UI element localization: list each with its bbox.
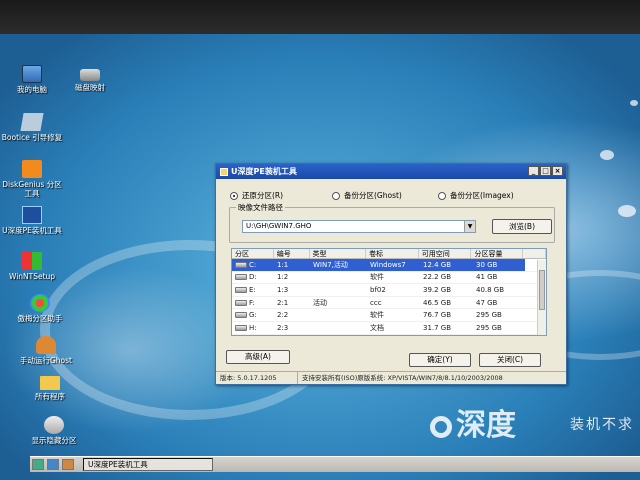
drive-icon — [80, 69, 100, 81]
desktop-icon-partition-assistant[interactable]: 傲梅分区助手 — [8, 294, 72, 323]
column-header[interactable]: 可用空间 — [419, 249, 472, 258]
minimize-button[interactable]: _ — [528, 166, 539, 176]
table-row[interactable]: F: 2:1 活动 ccc 46.5 GB 47 GB — [232, 297, 546, 310]
window-controls: _ □ × — [528, 166, 563, 176]
table-row[interactable]: G: 2:2 软件 76.7 GB 295 GB — [232, 309, 546, 322]
computer-icon — [22, 65, 42, 83]
pe-installer-window: U深度PE装机工具 _ □ × 还原分区(R) 备份分区(Ghost) 备份分区… — [215, 163, 567, 385]
app-icon — [220, 167, 228, 176]
wallpaper-drop — [618, 205, 636, 217]
desktop-icon-all-programs[interactable]: 所有程序 — [18, 376, 82, 401]
scrollbar-thumb[interactable] — [539, 270, 545, 310]
logo-ring-icon — [430, 416, 452, 438]
chevron-down-icon[interactable]: ▼ — [464, 221, 475, 232]
partition-table: 分区 编号 类型 卷标 可用空间 分区容量 C: 1:1 WIN7,活动 Win… — [231, 248, 547, 336]
table-row[interactable]: E: 1:3 bf02 39.2 GB 40.8 GB — [232, 284, 546, 297]
wallpaper-drop — [630, 100, 638, 106]
image-path-group: 映像文件路径 U:\GH\GWIN7.GHO ▼ 浏览(B) — [229, 202, 555, 243]
desktop-icon-diskgenius[interactable]: DiskGenius 分区工具 — [0, 160, 64, 198]
window-titlebar[interactable]: U深度PE装机工具 _ □ × — [216, 164, 566, 179]
radio-backup-ghost[interactable]: 备份分区(Ghost) — [332, 186, 438, 205]
pe-installer-icon — [22, 206, 42, 224]
desktop-icon-my-computer[interactable]: 我的电脑 — [0, 65, 64, 94]
column-header-spacer — [523, 249, 546, 258]
table-header: 分区 编号 类型 卷标 可用空间 分区容量 — [232, 249, 546, 259]
desktop-icon-disk-map[interactable]: 磁盘映射 — [58, 65, 122, 92]
boot-repair-icon — [20, 113, 44, 131]
wallpaper-slogan: 装机不求 — [570, 417, 634, 433]
wallpaper-logo: 深度 — [430, 400, 516, 444]
status-bar: 版本: 5.0.17.1205 支持安装所有(ISO)原版系统: XP/VIST… — [216, 371, 566, 384]
disk-icon — [235, 324, 247, 331]
diskgenius-icon — [22, 160, 42, 178]
table-row[interactable]: H: 2:3 文档 31.7 GB 295 GB — [232, 322, 546, 335]
disk-icon — [235, 299, 247, 306]
folder-icon — [40, 376, 60, 390]
column-header[interactable]: 类型 — [310, 249, 367, 258]
table-row[interactable]: D: 1:2 软件 22.2 GB 41 GB — [232, 272, 546, 285]
disk-icon — [44, 416, 64, 434]
quicklaunch-icon[interactable] — [47, 459, 59, 470]
quicklaunch-icon[interactable] — [62, 459, 74, 470]
desktop-icon-winntsetup[interactable]: WinNTSetup — [0, 252, 64, 281]
close-button[interactable]: 关闭(C) — [479, 353, 541, 367]
browse-button[interactable]: 浏览(B) — [492, 219, 552, 234]
column-header[interactable]: 编号 — [274, 249, 310, 258]
wallpaper-drop — [600, 150, 614, 160]
table-row[interactable]: C: 1:1 WIN7,活动 Windows7 12.4 GB 30 GB — [232, 259, 546, 272]
column-header[interactable]: 分区容量 — [471, 249, 524, 258]
radio-dot-icon — [332, 191, 340, 200]
column-header[interactable]: 卷标 — [366, 249, 419, 258]
partition-assistant-icon — [30, 294, 50, 312]
desktop-icon-pe-installer[interactable]: U深度PE装机工具 — [0, 206, 64, 235]
disk-icon — [235, 261, 247, 268]
status-info: 支持安装所有(ISO)原版系统: XP/VISTA/WIN7/8/8.1/10/… — [302, 374, 503, 382]
ok-button[interactable]: 确定(Y) — [409, 353, 471, 367]
windows-icon — [22, 252, 42, 270]
radio-dot-icon — [230, 191, 238, 200]
close-window-button[interactable]: × — [552, 166, 563, 176]
radio-backup-imagex[interactable]: 备份分区(Imagex) — [438, 186, 514, 205]
advanced-button[interactable]: 高级(A) — [226, 350, 290, 364]
window-title: U深度PE装机工具 — [231, 167, 297, 176]
quicklaunch-icon[interactable] — [32, 459, 44, 470]
desktop-icon-hidden-partition[interactable]: 显示隐藏分区 — [22, 416, 86, 445]
taskbar-item-pe-installer[interactable]: U深度PE装机工具 — [83, 458, 213, 471]
taskbar: U深度PE装机工具 — [30, 456, 640, 472]
disk-icon — [235, 274, 247, 281]
disk-icon — [235, 312, 247, 319]
radio-dot-icon — [438, 191, 446, 200]
ghost-icon — [36, 336, 56, 354]
table-scrollbar[interactable] — [537, 260, 546, 335]
column-header[interactable]: 分区 — [232, 249, 274, 258]
desktop-icon-bootice[interactable]: Bootice 引导修复 — [0, 113, 64, 142]
desktop-icon-ghost[interactable]: 手动运行Ghost — [14, 336, 78, 365]
maximize-button[interactable]: □ — [540, 166, 551, 176]
monitor-bezel — [0, 0, 640, 34]
image-path-combobox[interactable]: U:\GH\GWIN7.GHO ▼ — [242, 220, 476, 233]
status-version: 版本: 5.0.17.1205 — [216, 372, 298, 384]
image-path-label: 映像文件路径 — [236, 202, 285, 213]
disk-icon — [235, 286, 247, 293]
